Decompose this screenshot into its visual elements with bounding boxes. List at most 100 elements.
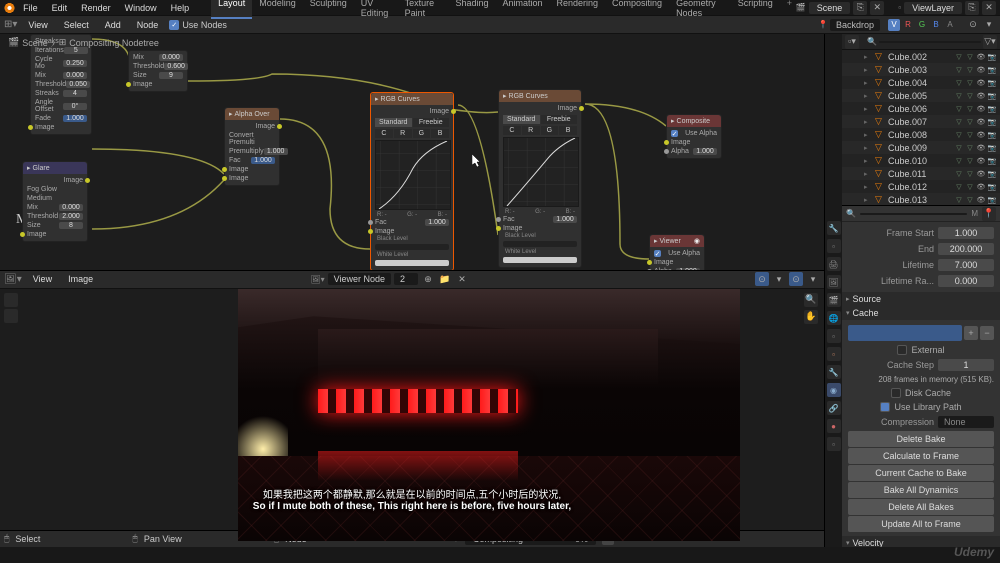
viewport-toggle-icon[interactable]: ▽ xyxy=(954,104,964,114)
curve-graph-2[interactable] xyxy=(503,137,579,207)
output-tab-icon[interactable]: 🖨 xyxy=(827,257,841,271)
gizmo-icon-4[interactable]: ▾ xyxy=(806,272,820,286)
channel-b[interactable]: B xyxy=(930,19,942,31)
camera-icon[interactable]: 📷 xyxy=(987,78,997,88)
sample-tool-icon[interactable] xyxy=(4,293,18,307)
use-alpha-check[interactable]: ✓ xyxy=(654,250,661,257)
cache-step-value[interactable]: 1 xyxy=(938,359,994,371)
outliner-item[interactable]: ▸▽Cube.003▽▽👁📷 xyxy=(842,63,1000,76)
image-socket[interactable]: Image xyxy=(671,139,690,146)
new-image-icon[interactable]: ⊕ xyxy=(421,272,435,286)
tab-modeling[interactable]: Modeling xyxy=(252,0,303,19)
node-rgb-curves-2[interactable]: ▸ RGB Curves Image Standard Freebie C R … xyxy=(498,89,582,268)
curve-c-tab[interactable]: C xyxy=(375,129,393,138)
viewlayer-new-button[interactable]: ⎘ xyxy=(965,1,979,15)
visibility-icon[interactable]: 👁 xyxy=(976,143,986,153)
node-title-composite[interactable]: ▸ Composite xyxy=(667,115,721,127)
visibility-icon[interactable]: 👁 xyxy=(976,182,986,192)
filter-icon[interactable]: ▽▾ xyxy=(983,35,997,49)
expand-icon[interactable]: ▸ xyxy=(864,131,872,139)
object-name[interactable]: Cube.005 xyxy=(888,91,927,101)
tab-animation[interactable]: Animation xyxy=(495,0,549,19)
editor-type-icon[interactable]: 🖼▾ xyxy=(4,274,22,285)
cache-name-field[interactable] xyxy=(848,325,962,341)
fac-value[interactable]: 1.000 xyxy=(553,216,577,223)
tab-uv[interactable]: UV Editing xyxy=(354,0,398,19)
camera-icon[interactable]: 📷 xyxy=(987,104,997,114)
tab-shading[interactable]: Shading xyxy=(448,0,495,19)
black-level[interactable]: Black Level xyxy=(505,233,536,239)
constraints-tab-icon[interactable]: 🔗 xyxy=(827,401,841,415)
outliner-item[interactable]: ▸▽Cube.004▽▽👁📷 xyxy=(842,76,1000,89)
use-alpha-check[interactable]: ✓ xyxy=(671,130,678,137)
viewport-toggle-icon[interactable]: ▽ xyxy=(954,91,964,101)
disk-cache-check[interactable] xyxy=(891,388,901,398)
image-socket[interactable]: Image xyxy=(503,225,522,232)
node-small-1[interactable]: Mix0.000 Threshold0.600 Size9 Image xyxy=(128,50,188,92)
backdrop-button[interactable]: Backdrop xyxy=(830,19,880,31)
source-section[interactable]: ▸Source xyxy=(842,292,1000,306)
curve-b-tab2[interactable]: B xyxy=(559,126,577,135)
scene-delete-button[interactable]: ✕ xyxy=(870,1,884,15)
lifetime-value[interactable]: 7.000 xyxy=(938,259,994,271)
glare-type[interactable]: Fog Glow xyxy=(27,185,83,194)
prop-value[interactable]: 0.000 xyxy=(159,54,183,61)
camera-icon[interactable]: 📷 xyxy=(987,143,997,153)
curve-r-tab2[interactable]: R xyxy=(522,126,540,135)
curve-std-tab2[interactable]: Standard xyxy=(503,115,540,124)
render-toggle-icon[interactable]: ▽ xyxy=(965,52,975,62)
pin-icon[interactable]: 📍 xyxy=(982,207,996,221)
image-socket[interactable]: Image xyxy=(654,259,673,266)
black-color[interactable] xyxy=(503,241,577,247)
node-title-glare[interactable]: ▸ Glare xyxy=(23,162,87,174)
object-name[interactable]: Cube.008 xyxy=(888,130,927,140)
expand-icon[interactable]: ▸ xyxy=(864,144,872,152)
viewport-toggle-icon[interactable]: ▽ xyxy=(954,52,964,62)
expand-icon[interactable]: ▸ xyxy=(864,105,872,113)
outliner-item[interactable]: ▸▽Cube.005▽▽👁📷 xyxy=(842,89,1000,102)
prop-value[interactable]: 1.000 xyxy=(251,157,275,164)
channel-v[interactable]: V xyxy=(888,19,900,31)
visibility-icon[interactable]: 👁 xyxy=(976,156,986,166)
add-menu[interactable]: Add xyxy=(100,19,126,31)
camera-icon[interactable]: 📷 xyxy=(987,65,997,75)
edit-menu[interactable]: Edit xyxy=(46,2,74,14)
expand-icon[interactable]: ▸ xyxy=(864,66,872,74)
tab-rendering[interactable]: Rendering xyxy=(550,0,606,19)
gizmo-icon-2[interactable]: ▾ xyxy=(772,272,786,286)
snap-icon[interactable]: ⊙ xyxy=(966,18,980,32)
channel-a[interactable]: A xyxy=(944,19,956,31)
view-tab-icon[interactable]: 🖼 xyxy=(827,275,841,289)
physics-tab-icon[interactable]: ◉ xyxy=(827,383,841,397)
socket-label[interactable]: Image xyxy=(35,124,54,131)
curve-graph[interactable] xyxy=(375,140,451,210)
viewport-toggle-icon[interactable]: ▽ xyxy=(954,195,964,205)
curve-g-tab[interactable]: G xyxy=(413,129,431,138)
node-title-rgb2[interactable]: ▸ RGB Curves xyxy=(499,90,581,102)
expand-icon[interactable]: ▸ xyxy=(864,53,872,61)
viewlayer-selector[interactable]: ViewLayer xyxy=(904,2,962,14)
current-cache-to-bake-button[interactable]: Current Cache to Bake xyxy=(848,465,994,481)
object-name[interactable]: Cube.004 xyxy=(888,78,927,88)
view-menu-img[interactable]: View xyxy=(28,273,57,285)
delete-bake-button[interactable]: Delete Bake xyxy=(848,431,994,447)
alpha-socket[interactable]: Alpha xyxy=(671,148,689,155)
use-lib-check[interactable] xyxy=(880,402,890,412)
prop-value[interactable]: 0.050 xyxy=(66,81,90,88)
prop-value[interactable]: 9 xyxy=(159,72,183,79)
curve-freebie-tab2[interactable]: Freebie xyxy=(541,115,578,124)
outliner-item[interactable]: ▸▽Cube.008▽▽👁📷 xyxy=(842,128,1000,141)
tab-layout[interactable]: Layout xyxy=(211,0,252,19)
tab-geometry[interactable]: Geometry Nodes xyxy=(669,0,731,19)
visibility-icon[interactable]: 👁 xyxy=(976,104,986,114)
node-rgb-curves-1[interactable]: ▸ RGB Curves Image Standard Freebie C R … xyxy=(370,92,454,270)
expand-icon[interactable]: ▸ xyxy=(864,118,872,126)
socket-output[interactable]: Image xyxy=(430,108,449,115)
image-menu-img[interactable]: Image xyxy=(63,273,98,285)
viewport-toggle-icon[interactable]: ▽ xyxy=(954,78,964,88)
node-glare[interactable]: ▸ Glare Image Fog Glow Medium Mix0.000 T… xyxy=(22,161,88,242)
render-toggle-icon[interactable]: ▽ xyxy=(965,182,975,192)
viewport-toggle-icon[interactable]: ▽ xyxy=(954,182,964,192)
channel-g[interactable]: G xyxy=(916,19,928,31)
curve-b-tab[interactable]: B xyxy=(431,129,449,138)
